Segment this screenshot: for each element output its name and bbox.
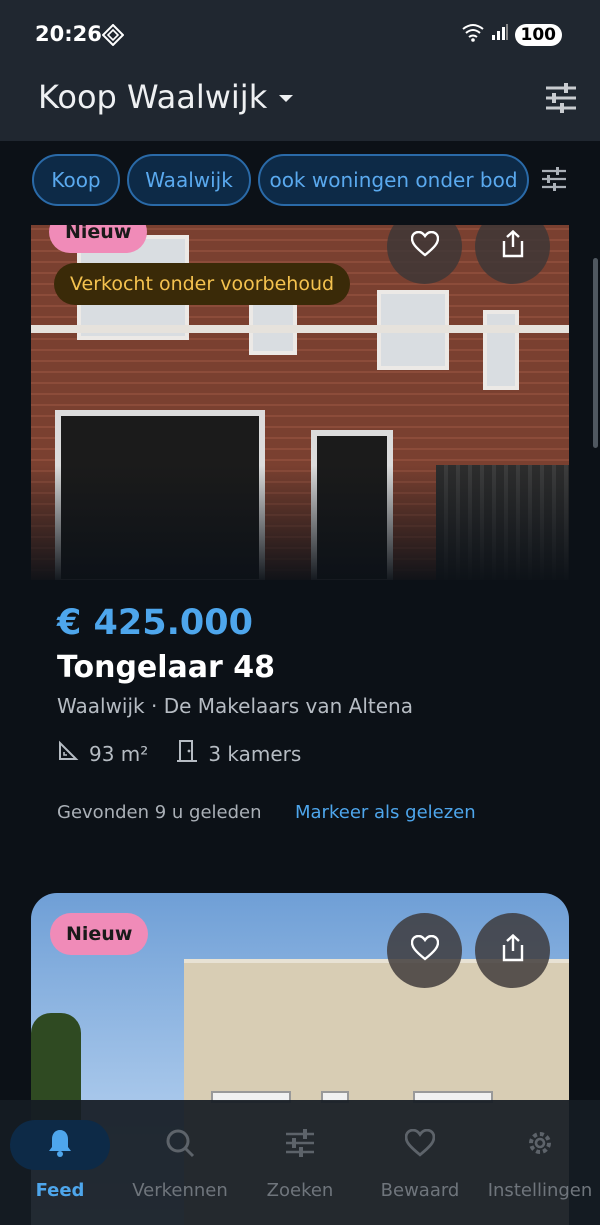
gear-icon [525,1128,555,1163]
nav-bewaard[interactable]: Bewaard [360,1100,480,1225]
nav-instellingen[interactable]: Instellingen [480,1100,600,1225]
app-bar: Koop Waalwijk [0,66,600,141]
nav-verkennen[interactable]: Verkennen [120,1100,240,1225]
nav-label: Zoeken [266,1180,334,1201]
status-icons: 100 [461,22,562,47]
rooms-value: 3 kamers [208,741,302,766]
heart-icon [404,1128,436,1162]
area-value: 93 m² [89,741,149,766]
tune-icon [285,1128,315,1162]
status-badge: Verkocht onder voorbehoud [54,263,351,305]
share-icon [501,229,525,263]
badge-new: Nieuw [50,913,149,955]
chip-waalwijk[interactable]: Waalwijk [127,154,251,206]
chip-koop[interactable]: Koop [32,154,120,206]
nav-zoeken[interactable]: Zoeken [240,1100,360,1225]
bottom-nav: Feed Verkennen Zoeken Bewaard Instelling… [0,1100,600,1225]
bell-icon [47,1128,73,1163]
listing-facts: 93 m² 3 kamers [57,739,329,768]
listing-location-agent: Waalwijk · De Makelaars van Altena [57,694,413,718]
found-timestamp: Gevonden 9 u geleden [57,802,262,823]
door-icon [176,739,198,768]
listing-card[interactable]: Nieuw Verkocht onder voorbehoud € 425.00… [31,225,569,875]
nav-label: Bewaard [380,1180,460,1201]
nav-label: Feed [35,1180,85,1201]
favorite-button[interactable] [387,913,462,988]
heart-icon [410,230,439,262]
wifi-icon [461,22,485,47]
share-button[interactable] [475,913,550,988]
area-icon [57,740,79,767]
area-fact: 93 m² [57,740,148,767]
share-icon [501,933,525,967]
badge-new: Nieuw [49,225,148,253]
tune-icon[interactable] [541,167,567,196]
heart-icon [410,934,439,966]
signal-icon [491,23,509,46]
listing-address[interactable]: Tongelaar 48 [57,650,275,685]
window [483,310,519,390]
diamond-signal-icon [101,23,125,51]
page-title[interactable]: Koop Waalwijk [38,78,267,116]
rooms-fact: 3 kamers [176,739,301,768]
status-bar: 20:26 100 [0,0,600,66]
listing-price: € 425.000 [57,603,253,643]
filter-chip-row: Koop Waalwijk ook woningen onder bod [0,141,600,225]
chip-onder-bod[interactable]: ook woningen onder bod [258,154,529,206]
chevron-down-icon[interactable] [276,92,296,110]
battery-icon: 100 [514,23,562,46]
status-time: 20:26 [35,22,102,46]
nav-feed[interactable]: Feed [0,1100,120,1225]
explore-icon [165,1128,195,1163]
scrollbar[interactable] [593,258,598,448]
nav-label: Instellingen [487,1180,593,1201]
mark-read-link[interactable]: Markeer als gelezen [295,802,476,823]
nav-label: Verkennen [132,1180,228,1201]
tune-icon[interactable] [544,82,578,119]
